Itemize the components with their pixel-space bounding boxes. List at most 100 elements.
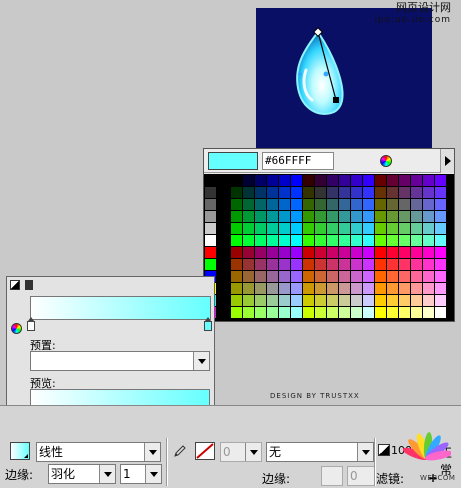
- stroke-edge-input[interactable]: [321, 466, 343, 486]
- swatch-cell[interactable]: [339, 175, 350, 186]
- swatch-cell[interactable]: [363, 235, 374, 246]
- swatch-cell[interactable]: [363, 175, 374, 186]
- swatch-cell[interactable]: [387, 199, 398, 210]
- swatch-cell[interactable]: [279, 271, 290, 282]
- swatch-cell[interactable]: [255, 295, 266, 306]
- swatch-cell[interactable]: [217, 283, 228, 294]
- swatch-cell[interactable]: [363, 187, 374, 198]
- gradient-stop-end[interactable]: [204, 317, 212, 331]
- swatch-cell[interactable]: [339, 295, 350, 306]
- swatch-cell[interactable]: [327, 283, 338, 294]
- swatch-cell[interactable]: [303, 223, 314, 234]
- swatch-cell[interactable]: [267, 235, 278, 246]
- swatch-cell[interactable]: [231, 307, 242, 318]
- swatch-cell[interactable]: [375, 187, 386, 198]
- swatch-cell[interactable]: [423, 223, 434, 234]
- swatch-cell[interactable]: [411, 295, 422, 306]
- swatch-cell[interactable]: [363, 283, 374, 294]
- swatch-cell[interactable]: [399, 199, 410, 210]
- swatch-cell[interactable]: [291, 199, 302, 210]
- swatch-cell[interactable]: [327, 271, 338, 282]
- swatch-cell[interactable]: [205, 223, 216, 234]
- swatch-cell[interactable]: [255, 283, 266, 294]
- hex-color-input[interactable]: #66FFFF: [262, 152, 334, 170]
- swatch-cell[interactable]: [315, 247, 326, 258]
- stroke-style-dropdown[interactable]: 无: [266, 442, 374, 462]
- swatch-cell[interactable]: [205, 247, 216, 258]
- swatch-cell[interactable]: [423, 211, 434, 222]
- swatch-menu-arrow-icon[interactable]: [440, 149, 454, 173]
- swatch-cell[interactable]: [387, 307, 398, 318]
- swatch-cell[interactable]: [399, 223, 410, 234]
- swatch-cell[interactable]: [351, 223, 362, 234]
- swatch-cell[interactable]: [303, 295, 314, 306]
- swatch-cell[interactable]: [435, 211, 446, 222]
- swatch-cell[interactable]: [375, 283, 386, 294]
- swatch-cell[interactable]: [303, 283, 314, 294]
- swatch-cell[interactable]: [231, 199, 242, 210]
- swatch-cell[interactable]: [243, 187, 254, 198]
- swatch-cell[interactable]: [291, 307, 302, 318]
- swatch-cell[interactable]: [387, 271, 398, 282]
- swatch-cell[interactable]: [255, 187, 266, 198]
- swatch-cell[interactable]: [327, 175, 338, 186]
- swatch-cell[interactable]: [375, 175, 386, 186]
- swatch-cell[interactable]: [327, 259, 338, 270]
- swatch-cell[interactable]: [205, 199, 216, 210]
- swatch-cell[interactable]: [267, 247, 278, 258]
- swatch-cell[interactable]: [279, 295, 290, 306]
- swatch-cell[interactable]: [339, 199, 350, 210]
- swatch-cell[interactable]: [243, 295, 254, 306]
- swatch-cell[interactable]: [327, 187, 338, 198]
- swatch-cell[interactable]: [315, 295, 326, 306]
- swatch-cell[interactable]: [255, 199, 266, 210]
- swatch-cell[interactable]: [291, 283, 302, 294]
- swatch-cell[interactable]: [363, 247, 374, 258]
- swatch-cell[interactable]: [339, 187, 350, 198]
- swatch-cell[interactable]: [411, 235, 422, 246]
- swatch-cell[interactable]: [267, 199, 278, 210]
- chevron-down-icon[interactable]: [193, 352, 209, 370]
- swatch-cell[interactable]: [279, 307, 290, 318]
- swatch-cell[interactable]: [423, 271, 434, 282]
- swatch-cell[interactable]: [363, 259, 374, 270]
- swatch-cell[interactable]: [411, 283, 422, 294]
- swatch-cell[interactable]: [217, 271, 228, 282]
- swatch-cell[interactable]: [423, 175, 434, 186]
- swatch-cell[interactable]: [375, 247, 386, 258]
- swatch-cell[interactable]: [291, 211, 302, 222]
- swatch-cell[interactable]: [205, 235, 216, 246]
- swatch-cell[interactable]: [231, 235, 242, 246]
- swatch-cell[interactable]: [387, 211, 398, 222]
- swatch-cell[interactable]: [243, 211, 254, 222]
- swatch-cell[interactable]: [375, 259, 386, 270]
- swatch-cell[interactable]: [351, 235, 362, 246]
- swatch-cell[interactable]: [231, 211, 242, 222]
- swatch-cell[interactable]: [375, 223, 386, 234]
- swatch-cell[interactable]: [303, 307, 314, 318]
- swatch-cell[interactable]: [205, 211, 216, 222]
- swatch-cell[interactable]: [279, 259, 290, 270]
- swatch-cell[interactable]: [411, 223, 422, 234]
- swatch-cell[interactable]: [217, 187, 228, 198]
- swatch-cell[interactable]: [375, 235, 386, 246]
- swatch-cell[interactable]: [351, 211, 362, 222]
- swatch-cell[interactable]: [267, 223, 278, 234]
- swatch-cell[interactable]: [267, 283, 278, 294]
- swatch-cell[interactable]: [243, 271, 254, 282]
- swatch-cell[interactable]: [279, 187, 290, 198]
- swatch-cell[interactable]: [231, 271, 242, 282]
- swatch-cell[interactable]: [435, 247, 446, 258]
- opacity-mode-icon[interactable]: [25, 280, 33, 290]
- swatch-cell[interactable]: [217, 199, 228, 210]
- swatch-cell[interactable]: [267, 211, 278, 222]
- swatch-cell[interactable]: [255, 247, 266, 258]
- swatch-cell[interactable]: [399, 235, 410, 246]
- swatch-cell[interactable]: [435, 271, 446, 282]
- swatch-cell[interactable]: [411, 271, 422, 282]
- swatch-cell[interactable]: [231, 295, 242, 306]
- color-wheel-icon[interactable]: [380, 155, 392, 167]
- swatch-cell[interactable]: [351, 283, 362, 294]
- swatch-cell[interactable]: [399, 283, 410, 294]
- swatch-cell[interactable]: [243, 199, 254, 210]
